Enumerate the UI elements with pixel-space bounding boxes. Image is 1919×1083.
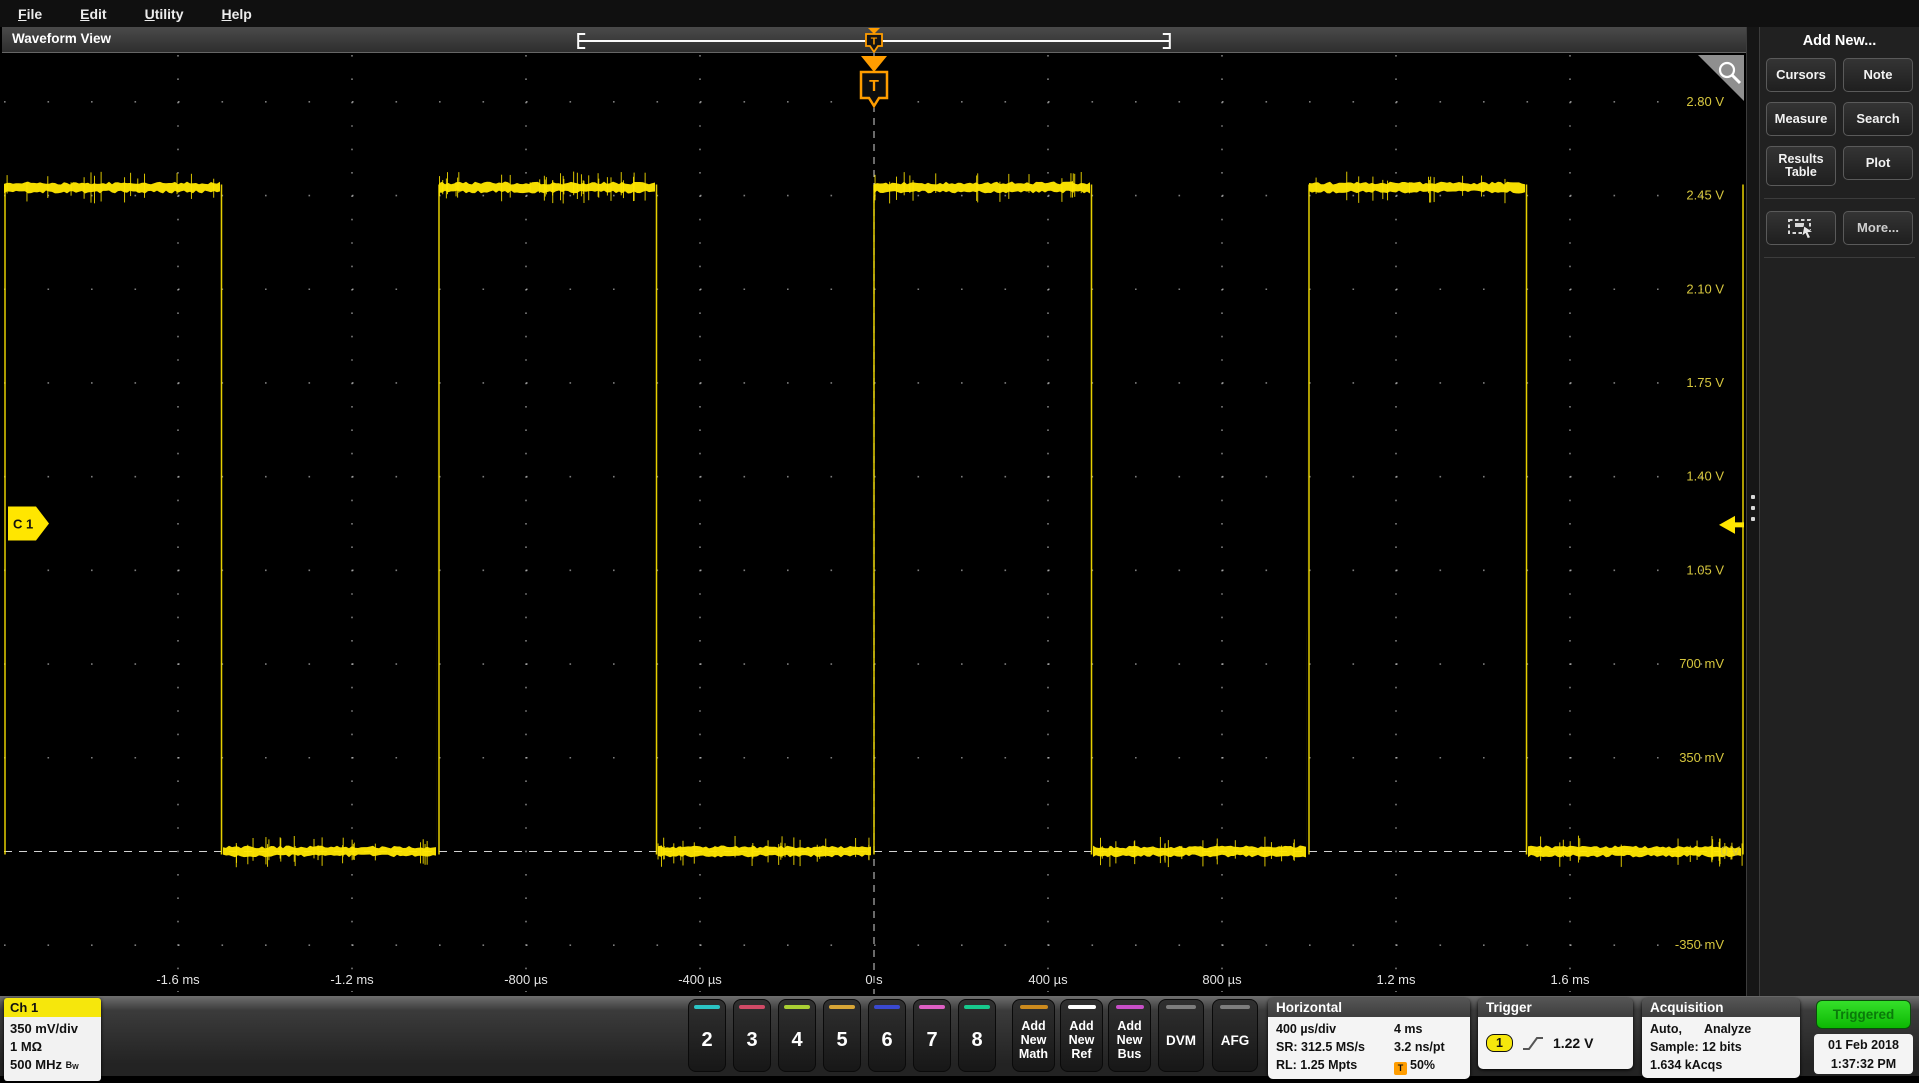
- trigger-level-arrow[interactable]: [1735, 522, 1744, 527]
- record-view-minimap[interactable]: T: [2, 27, 1746, 53]
- time-tick-label: -1.2 ms: [330, 972, 374, 987]
- trigger-position-icon: T: [1394, 1062, 1407, 1075]
- trigger-position: T50%: [1394, 1056, 1462, 1075]
- channel-1-badge[interactable]: Ch 1 350 mV/div 1 MΩ 500 MHz BW: [4, 998, 101, 1081]
- volt-tick-label: 0 V: [1720, 843, 1740, 858]
- channel-buttons: 2345678: [688, 999, 996, 1072]
- add-new-panel: Add New... CursorsNoteMeasureSearchResul…: [1760, 27, 1919, 996]
- volt-tick-label: 1.40 V: [1686, 469, 1724, 484]
- add-new-bus-button[interactable]: Add New Bus: [1108, 999, 1151, 1072]
- waveform-plot[interactable]: 2.80 V 2.45 V 2.10 V 1.75 V 1.40 V 1.05 V 700 …: [2, 53, 1746, 994]
- add-new-title: Add New...: [1760, 33, 1919, 49]
- afg-button[interactable]: AFG: [1212, 999, 1258, 1072]
- add-note-button[interactable]: Note: [1843, 58, 1913, 92]
- select-region-button[interactable]: [1766, 211, 1836, 245]
- trigger-source-pill: 1: [1486, 1034, 1513, 1052]
- volt-tick-label: 2.10 V: [1686, 281, 1724, 296]
- record-length: RL: 1.25 Mpts: [1276, 1056, 1394, 1075]
- trigger-arrow-icon: [861, 56, 887, 72]
- channel-button-5[interactable]: 5: [823, 999, 861, 1072]
- trigger-badge[interactable]: Trigger 1 1.22 V: [1478, 998, 1633, 1069]
- time-tick-label: 1.6 ms: [1550, 972, 1590, 987]
- channel-button-7[interactable]: 7: [913, 999, 951, 1072]
- svg-text:T: T: [871, 36, 878, 48]
- menu-item-file[interactable]: File: [18, 6, 42, 22]
- channel-button-3[interactable]: 3: [733, 999, 771, 1072]
- sample-interval: 3.2 ns/pt: [1394, 1038, 1462, 1056]
- add-plot-button[interactable]: Plot: [1843, 146, 1913, 180]
- channel-1-settings: 350 mV/div 1 MΩ 500 MHz BW: [4, 1017, 101, 1081]
- svg-text:T: T: [869, 78, 879, 95]
- acquisition-badge[interactable]: Acquisition Auto,Analyze Sample: 12 bits…: [1642, 998, 1800, 1078]
- time-tick-label: 800 µs: [1202, 972, 1242, 987]
- trigger-level: 1.22 V: [1553, 1035, 1593, 1051]
- time-tick-label: -800 µs: [504, 972, 548, 987]
- datetime-display: 01 Feb 2018 1:37:32 PM: [1814, 1034, 1913, 1074]
- waveform-view-header: Waveform View T: [2, 27, 1746, 53]
- channel-1-bandwidth: 500 MHz BW: [10, 1056, 95, 1077]
- volt-tick-label: -350 mV: [1675, 937, 1724, 952]
- record-duration: 4 ms: [1394, 1020, 1462, 1038]
- add-new-source-buttons: Add New MathAdd New RefAdd New Bus: [1012, 999, 1151, 1072]
- add-cursors-button[interactable]: Cursors: [1766, 58, 1836, 92]
- volt-tick-label: 350 mV: [1679, 750, 1724, 765]
- channel-1-impedance: 1 MΩ: [10, 1038, 95, 1056]
- select-region-icon: [1786, 217, 1816, 239]
- time-tick-label: 400 µs: [1028, 972, 1068, 987]
- volt-tick-label: 2.45 V: [1686, 188, 1724, 203]
- trigger-status-badge: Triggered: [1816, 1000, 1911, 1029]
- more-button[interactable]: More...: [1843, 211, 1913, 245]
- minimap-trigger-arrow-icon: [868, 28, 880, 34]
- horizontal-scale: 400 µs/div: [1276, 1020, 1394, 1038]
- acquisition-analyze: Analyze: [1704, 1020, 1751, 1038]
- menu-item-edit[interactable]: Edit: [80, 6, 106, 22]
- acquisition-count: 1.634 kAcqs: [1650, 1056, 1792, 1074]
- channel-button-6[interactable]: 6: [868, 999, 906, 1072]
- volt-tick-label: 1.75 V: [1686, 375, 1724, 390]
- date-label: 01 Feb 2018: [1814, 1036, 1913, 1055]
- channel-button-4[interactable]: 4: [778, 999, 816, 1072]
- channel-button-8[interactable]: 8: [958, 999, 996, 1072]
- channel-1-label: Ch 1: [4, 998, 101, 1017]
- add-new-button-grid: CursorsNoteMeasureSearchResults TablePlo…: [1760, 58, 1919, 186]
- time-tick-label: -400 µs: [678, 972, 722, 987]
- channel-button-2[interactable]: 2: [688, 999, 726, 1072]
- panel-divider[interactable]: [1746, 27, 1760, 996]
- menu-bar: File Edit Utility Help: [0, 0, 1919, 27]
- time-tick-label: -1.6 ms: [156, 972, 200, 987]
- time-tick-label: 0 s: [865, 972, 883, 987]
- svg-text:C 1: C 1: [13, 517, 33, 532]
- panel-divider-line: [1764, 198, 1915, 199]
- volt-tick-label: 1.05 V: [1686, 562, 1724, 577]
- sample-rate: SR: 312.5 MS/s: [1276, 1038, 1394, 1056]
- menu-item-help[interactable]: Help: [222, 6, 252, 22]
- add-new-ref-button[interactable]: Add New Ref: [1060, 999, 1103, 1072]
- dvm-button[interactable]: DVM: [1158, 999, 1204, 1072]
- time-label: 1:37:32 PM: [1814, 1055, 1913, 1074]
- add-new-math-button[interactable]: Add New Math: [1012, 999, 1055, 1072]
- menu-item-utility[interactable]: Utility: [145, 6, 184, 22]
- rising-edge-icon: [1522, 1034, 1544, 1052]
- acquisition-sample: Sample: 12 bits: [1650, 1038, 1792, 1056]
- add-results-table-button[interactable]: Results Table: [1766, 146, 1836, 186]
- acquisition-mode: Auto,: [1650, 1020, 1682, 1038]
- add-measure-button[interactable]: Measure: [1766, 102, 1836, 136]
- waveform-view: Waveform View T 2.80 V 2.45 V 2.10 V 1.75 V…: [2, 27, 1746, 996]
- divider-grip-icon[interactable]: [1751, 495, 1755, 521]
- volt-tick-label: 2.80 V: [1686, 94, 1724, 109]
- channel-1-scale: 350 mV/div: [10, 1020, 95, 1038]
- volt-tick-label: 700 mV: [1679, 656, 1724, 671]
- badge-bar: Ch 1 350 mV/div 1 MΩ 500 MHz BW 2345678 …: [0, 996, 1919, 1076]
- time-tick-label: 1.2 ms: [1376, 972, 1416, 987]
- panel-divider-line: [1764, 257, 1915, 258]
- add-search-button[interactable]: Search: [1843, 102, 1913, 136]
- horizontal-badge[interactable]: Horizontal 400 µs/div4 ms SR: 312.5 MS/s…: [1268, 998, 1470, 1079]
